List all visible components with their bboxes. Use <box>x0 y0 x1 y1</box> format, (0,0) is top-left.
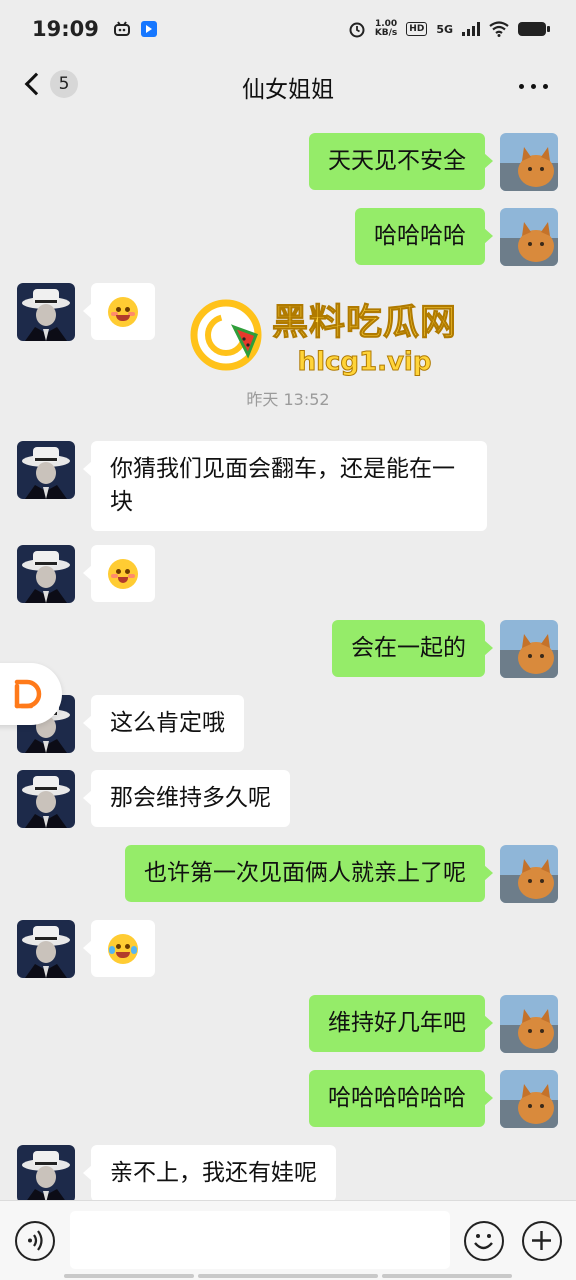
status-time: 19:09 <box>32 17 99 41</box>
bilibili-tv-icon <box>113 21 130 36</box>
my-avatar[interactable] <box>500 845 558 903</box>
cat-avatar-image <box>500 995 558 1053</box>
incoming-emoji-bubble[interactable] <box>83 283 155 340</box>
app-notification-icon <box>140 21 157 37</box>
plus-icon <box>532 1231 551 1250</box>
grin-blush-emoji-icon <box>108 296 138 327</box>
outgoing-bubble[interactable]: 也许第一次见面俩人就亲上了呢 <box>125 845 493 902</box>
contact-avatar[interactable] <box>17 283 75 341</box>
chat-title: 仙女姐姐 <box>242 77 334 103</box>
incoming-emoji-bubble[interactable] <box>83 545 155 602</box>
incoming-bubble[interactable]: 你猜我们见面会翻车，还是能在一块 <box>83 441 487 531</box>
alarm-icon <box>349 22 365 38</box>
man-in-hat-avatar-image <box>17 545 75 603</box>
back-chevron-icon <box>24 72 48 96</box>
voice-input-button[interactable] <box>15 1221 55 1261</box>
watermelon-logo-icon <box>190 299 262 371</box>
status-bar: 19:09 1.00 KB/s HD 5G <box>0 0 576 58</box>
outgoing-bubble[interactable]: 哈哈哈哈 <box>355 208 493 265</box>
hd-badge: HD <box>406 22 428 36</box>
watermark-url: hlcg1.vip <box>297 347 432 378</box>
voice-icon <box>28 1230 43 1251</box>
network-speed: 1.00 KB/s <box>374 19 398 38</box>
my-avatar[interactable] <box>500 208 558 266</box>
emoji-button[interactable] <box>464 1221 504 1261</box>
man-in-hat-avatar-image <box>17 770 75 828</box>
laugh-cry-emoji-icon <box>108 933 138 964</box>
message-input[interactable] <box>70 1211 450 1269</box>
more-functions-button[interactable] <box>522 1221 562 1261</box>
back-button[interactable]: 5 <box>22 70 78 98</box>
outgoing-bubble[interactable]: 维持好几年吧 <box>309 995 493 1052</box>
contact-avatar[interactable] <box>17 545 75 603</box>
smiley-icon <box>474 1234 493 1250</box>
my-avatar[interactable] <box>500 1070 558 1128</box>
input-bar <box>0 1200 576 1280</box>
man-in-hat-avatar-image <box>17 1145 75 1200</box>
wifi-icon <box>489 21 509 37</box>
incoming-bubble[interactable]: 亲不上，我还有娃呢 <box>83 1145 336 1200</box>
watermark-title: 黑料吃瓜网 <box>271 302 458 344</box>
message-list[interactable]: 天天见不安全 哈哈哈哈 昨天 13:52 你猜我们见面会翻车，还是能在一块 会在… <box>0 116 576 1200</box>
outgoing-bubble[interactable]: 天天见不安全 <box>309 133 493 190</box>
incoming-bubble[interactable]: 这么肯定哦 <box>83 695 244 752</box>
my-avatar[interactable] <box>500 620 558 678</box>
didi-floating-button[interactable] <box>0 663 62 725</box>
cat-avatar-image <box>500 133 558 191</box>
watermark: 黑料吃瓜网 hlcg1.vip <box>190 293 458 378</box>
more-dots-icon <box>519 84 524 89</box>
cat-avatar-image <box>500 845 558 903</box>
my-avatar[interactable] <box>500 133 558 191</box>
didi-logo-icon <box>14 679 42 709</box>
network-type: 5G <box>436 22 453 36</box>
timestamp-divider: 昨天 13:52 <box>246 390 330 409</box>
incoming-emoji-bubble[interactable] <box>83 920 155 977</box>
outgoing-bubble[interactable]: 会在一起的 <box>332 620 493 677</box>
incoming-bubble[interactable]: 那会维持多久呢 <box>83 770 290 827</box>
contact-avatar[interactable] <box>17 770 75 828</box>
battery-icon <box>518 22 550 36</box>
contact-avatar[interactable] <box>17 441 75 499</box>
man-in-hat-avatar-image <box>17 920 75 978</box>
signal-icon <box>462 22 480 36</box>
man-in-hat-avatar-image <box>17 283 75 341</box>
cat-avatar-image <box>500 208 558 266</box>
more-options-button[interactable] <box>519 84 548 89</box>
contact-avatar[interactable] <box>17 1145 75 1200</box>
cat-avatar-image <box>500 620 558 678</box>
chat-header: 5 仙女姐姐 <box>0 58 576 116</box>
home-indicator <box>64 1274 194 1278</box>
cat-avatar-image <box>500 1070 558 1128</box>
unread-count-badge: 5 <box>50 70 78 98</box>
outgoing-bubble[interactable]: 哈哈哈哈哈哈 <box>309 1070 493 1127</box>
man-in-hat-avatar-image <box>17 441 75 499</box>
my-avatar[interactable] <box>500 995 558 1053</box>
shy-emoji-icon <box>108 558 138 589</box>
contact-avatar[interactable] <box>17 920 75 978</box>
